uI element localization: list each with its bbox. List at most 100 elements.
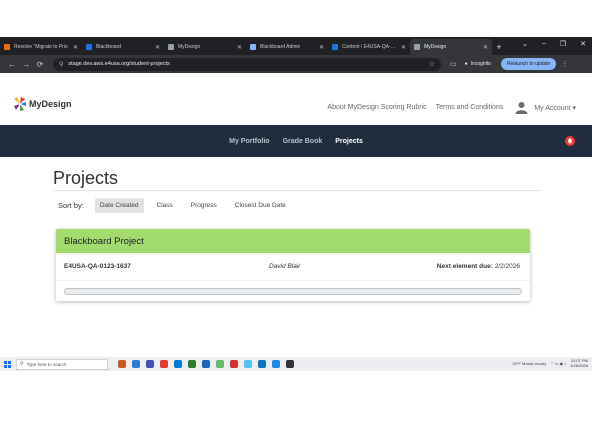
mydesign-logo-icon [14, 97, 26, 111]
tab-close-icon[interactable]: ✕ [483, 44, 488, 51]
browser-menu-icon[interactable]: ⋮ [561, 60, 568, 68]
main-navbar: My Portfolio Grade Book Projects [0, 125, 592, 157]
tab-favicon-icon [332, 44, 338, 50]
site-logo[interactable]: MyDesign [13, 96, 72, 112]
tab-close-icon[interactable]: ✕ [401, 44, 406, 51]
taskbar-search-placeholder: Type here to search [26, 361, 67, 367]
taskbar-search-input[interactable]: ⚲ Type here to search [16, 358, 108, 370]
new-tab-button[interactable]: + [492, 39, 506, 55]
logo-text: MyDesign [29, 99, 72, 109]
top-letterbox [0, 0, 592, 37]
tab-favicon-icon [414, 44, 420, 50]
windows-logo [3, 360, 11, 368]
tray-icons[interactable]: ⌃ ▭ ◉ ♪ [550, 361, 566, 366]
title-divider [53, 190, 541, 191]
taskbar-app-icon[interactable] [230, 360, 238, 368]
project-card-header[interactable]: Blackboard Project [56, 229, 530, 253]
incognito-indicator[interactable]: ● Incognito [465, 61, 491, 67]
address-bar[interactable]: ⚲ stage.dev.aws.e4usa.org/student-projec… [53, 57, 441, 71]
nav-item-projects[interactable]: Projects [335, 138, 363, 145]
my-account-dropdown[interactable]: My Account ▾ [534, 104, 576, 112]
taskbar-app-icon[interactable] [146, 360, 154, 368]
tab-close-icon[interactable]: ✕ [319, 44, 324, 51]
site-info-icon[interactable]: ⚲ [59, 61, 63, 68]
bookmark-star-icon[interactable]: ☆ [429, 60, 435, 68]
incognito-label: Incognito [470, 61, 491, 67]
tab-close-icon[interactable]: ✕ [155, 44, 160, 51]
tab-close-icon[interactable]: ✕ [237, 44, 242, 51]
taskbar-app-icon[interactable] [132, 360, 140, 368]
forward-icon[interactable]: → [19, 60, 33, 69]
tab-close-icon[interactable]: ✕ [73, 44, 78, 51]
sort-option-class[interactable]: Class [152, 198, 178, 213]
nav-item-my-portfolio[interactable]: My Portfolio [229, 138, 269, 145]
page-title: Projects [53, 168, 119, 188]
browser-tab[interactable]: Content / E4USA-QA-012 ✕ [328, 39, 410, 55]
relaunch-button[interactable]: Relaunch to update [500, 58, 557, 70]
tab-favicon-icon [168, 44, 174, 50]
taskbar-app-icon[interactable] [286, 360, 294, 368]
project-details-row: E4USA-QA-0123-1637 David Blair Next elem… [56, 253, 530, 281]
windows-taskbar: ⚲ Type here to search 29°F Mostly cloudy… [0, 357, 592, 371]
url-text: stage.dev.aws.e4usa.org/student-projects [68, 61, 170, 67]
sort-option-date-created[interactable]: Date Created [94, 197, 144, 213]
tab-search-icon[interactable]: ⌄ [522, 40, 528, 48]
weather-widget[interactable]: 29°F Mostly cloudy [512, 361, 546, 366]
due-label: Next element due: [436, 263, 493, 270]
sort-option-closest-due-date[interactable]: Closest Due Date [230, 198, 291, 213]
back-icon[interactable]: ← [5, 60, 19, 69]
browser-tab-strip: Resolve "Migrate to Prio ✕ Blackboard ✕ MyDe… [0, 37, 592, 55]
browser-tab[interactable]: MyDesign ✕ [410, 39, 492, 55]
taskbar-app-icon[interactable] [160, 360, 168, 368]
tab-label: Content / E4USA-QA-012 [342, 44, 398, 50]
minimize-icon[interactable]: – [542, 40, 546, 48]
browser-tab[interactable]: Blackboard Admin ✕ [246, 39, 328, 55]
web-page: MyDesign About MyDesign Scoring Rubric T… [0, 73, 592, 357]
sort-bar: Sort by: Date Created Class Progress Closes… [58, 196, 299, 214]
project-id: E4USA-QA-0123-1637 [64, 263, 131, 270]
nav-items: My Portfolio Grade Book Projects [0, 125, 592, 157]
taskbar-app-icon[interactable] [244, 360, 252, 368]
taskbar-app-icon[interactable] [202, 360, 210, 368]
terms-link[interactable]: Terms and Conditions [436, 104, 504, 111]
browser-tab[interactable]: Blackboard ✕ [82, 39, 164, 55]
tab-label: MyDesign [178, 44, 201, 50]
taskbar-app-icon[interactable] [272, 360, 280, 368]
windows-start-icon[interactable] [0, 357, 14, 371]
clock[interactable]: 12:07 PM 1/26/2026 [570, 358, 588, 368]
tab-list: Resolve "Migrate to Prio ✕ Blackboard ✕ MyDe… [0, 39, 492, 55]
tab-label: MyDesign [424, 44, 447, 50]
taskbar-app-icon[interactable] [216, 360, 224, 368]
sort-option-progress[interactable]: Progress [186, 198, 222, 213]
avatar-icon[interactable] [515, 101, 528, 114]
system-tray: 29°F Mostly cloudy ⌃ ▭ ◉ ♪ 12:07 PM 1/26… [512, 358, 588, 368]
bell-icon[interactable] [565, 136, 575, 146]
taskbar-app-icon[interactable] [174, 360, 182, 368]
sort-label: Sort by: [58, 200, 84, 210]
maximize-icon[interactable]: ❐ [560, 40, 566, 48]
search-icon: ⚲ [20, 361, 24, 367]
reload-icon[interactable]: ⟳ [33, 60, 47, 69]
tab-favicon-icon [4, 44, 10, 50]
due-date: 2/2/2026 [494, 263, 520, 270]
scoring-rubric-link[interactable]: About MyDesign Scoring Rubric [327, 104, 426, 111]
bell-glyph [567, 138, 573, 144]
project-name: Blackboard Project [64, 235, 144, 247]
taskbar-app-icon[interactable] [188, 360, 196, 368]
header-links: About MyDesign Scoring Rubric Terms and … [318, 101, 576, 114]
taskbar-app-icon[interactable] [118, 360, 126, 368]
nav-item-grade-book[interactable]: Grade Book [283, 138, 323, 145]
screenshot-frame: Resolve "Migrate to Prio ✕ Blackboard ✕ MyDe… [0, 0, 592, 444]
taskbar-app-icon[interactable] [258, 360, 266, 368]
project-progress-bar [64, 288, 522, 295]
browser-tab[interactable]: Resolve "Migrate to Prio ✕ [0, 39, 82, 55]
tab-favicon-icon [86, 44, 92, 50]
project-card[interactable]: Blackboard Project E4USA-QA-0123-1637 Da… [56, 229, 530, 301]
tab-favicon-icon [250, 44, 256, 50]
next-due: Next element due: 2/2/2026 [437, 263, 520, 270]
browser-tab[interactable]: MyDesign ✕ [164, 39, 246, 55]
student-name: David Blair [269, 263, 301, 270]
side-panel-icon[interactable]: ▭ [450, 60, 457, 68]
browser-toolbar: ← → ⟳ ⚲ stage.dev.aws.e4usa.org/student-… [0, 55, 592, 73]
close-window-icon[interactable]: ✕ [580, 40, 586, 48]
